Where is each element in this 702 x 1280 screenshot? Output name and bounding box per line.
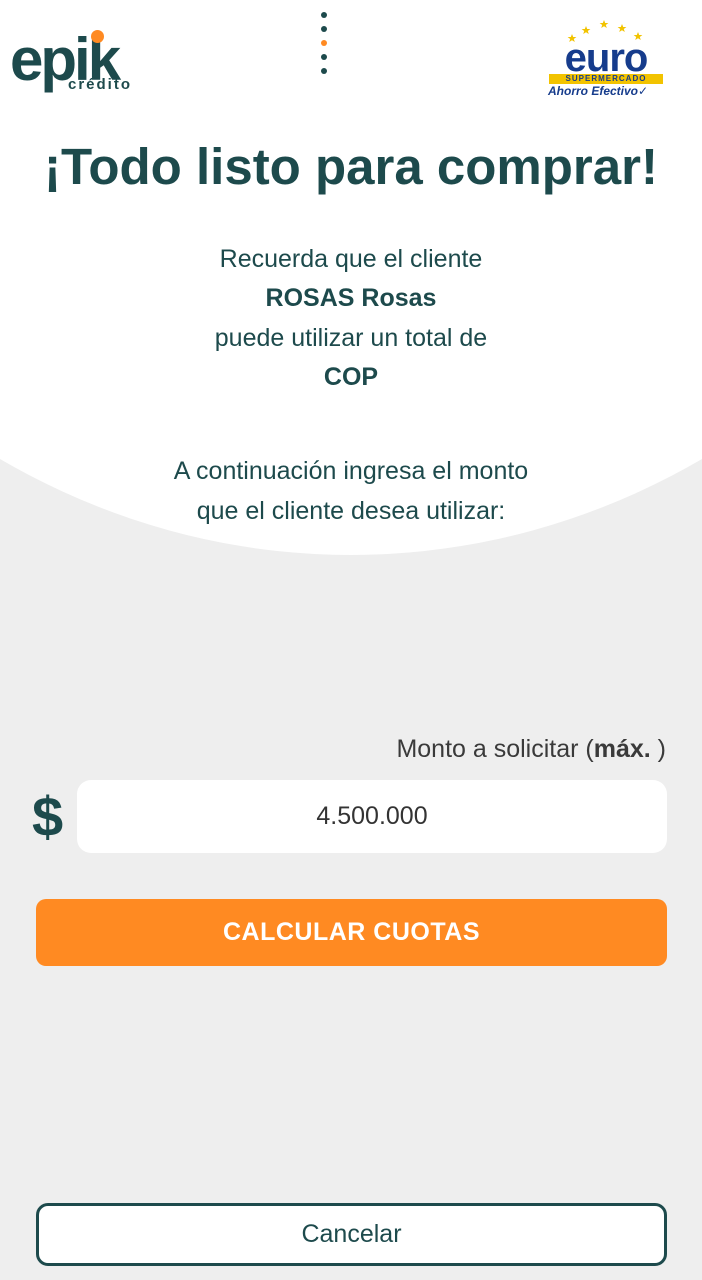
epik-logo: epik crédito: [10, 22, 140, 100]
calculate-installments-button[interactable]: CALCULAR CUOTAS: [36, 899, 667, 966]
amount-label: Monto a solicitar (máx. ): [396, 735, 666, 763]
amount-input[interactable]: [77, 780, 667, 853]
cancel-button[interactable]: Cancelar: [36, 1203, 667, 1266]
vertical-dots-icon[interactable]: [316, 12, 332, 78]
instruction-line-1: A continuación ingresa el monto: [173, 457, 529, 485]
euro-logo-bar: SUPERMERCADO: [549, 74, 663, 84]
currency-code: COP: [323, 363, 379, 391]
epik-logo-subtitle: crédito: [68, 76, 133, 93]
info-line-1: Recuerda que el cliente: [219, 245, 483, 273]
euro-supermercado-logo: euro SUPERMERCADO Ahorro Efectivo✓: [544, 20, 674, 100]
page: epik crédito euro SUPERMERCADO Ahorro Ef…: [0, 0, 702, 1280]
client-name: ROSAS Rosas: [265, 284, 437, 312]
header: epik crédito euro SUPERMERCADO Ahorro Ef…: [0, 0, 702, 120]
instruction-line-2: que el cliente desea utilizar:: [196, 497, 506, 525]
check-icon: ✓: [638, 84, 649, 98]
currency-symbol: $: [32, 785, 64, 848]
euro-logo-tagline: Ahorro Efectivo✓: [548, 84, 649, 98]
info-line-3: puede utilizar un total de: [214, 324, 488, 352]
epik-logo-dot: [91, 30, 104, 43]
page-title: ¡Todo listo para comprar!: [44, 138, 658, 195]
